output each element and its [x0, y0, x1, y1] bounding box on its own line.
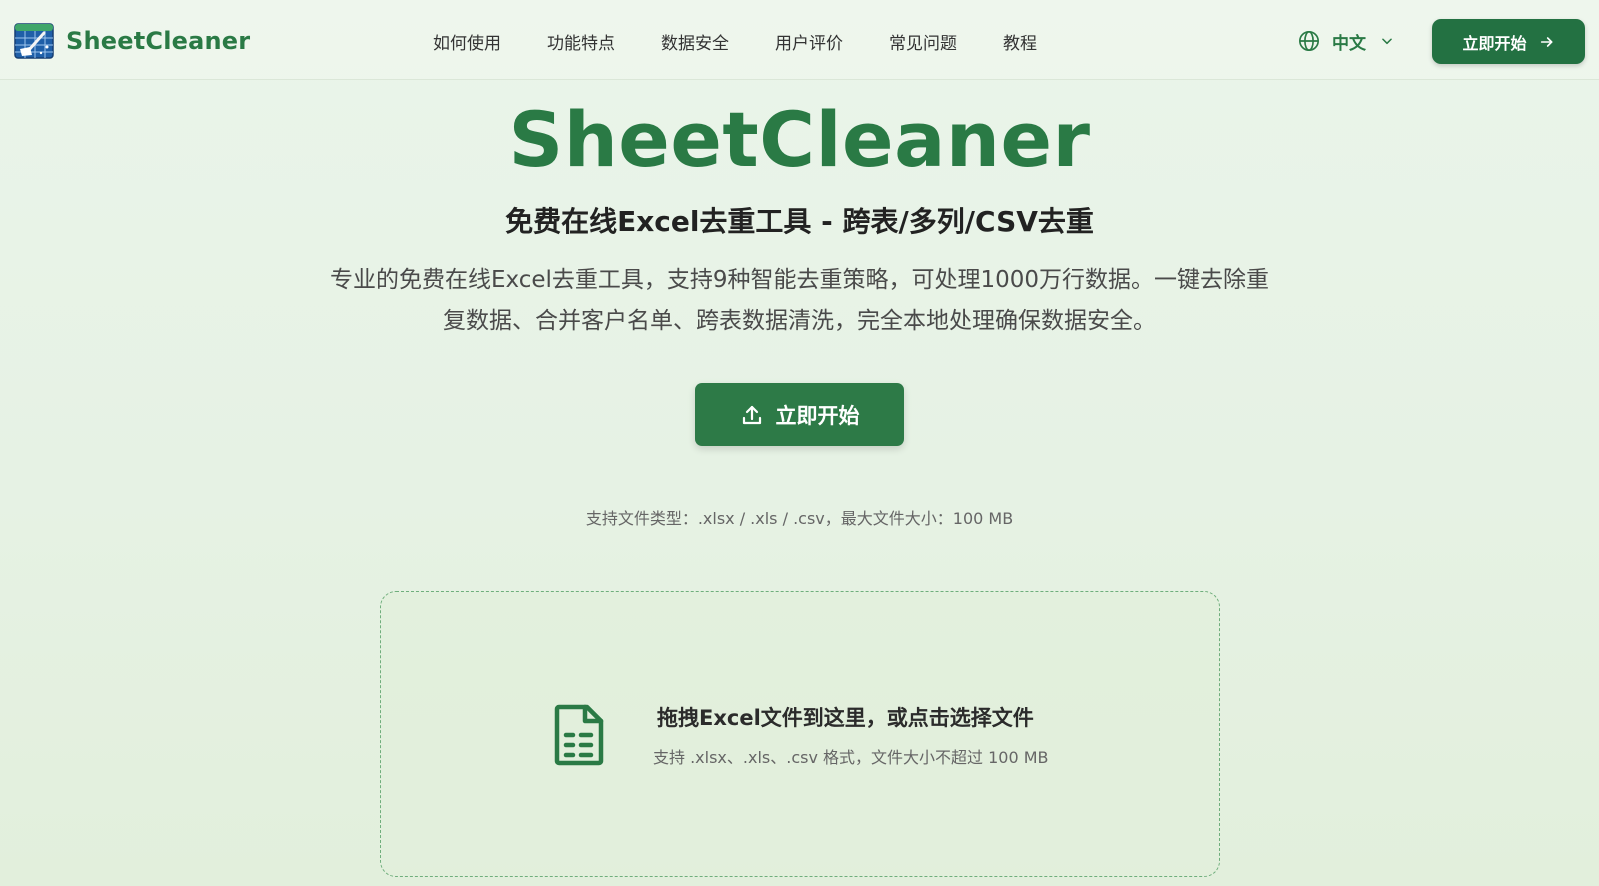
nav-item-faq[interactable]: 常见问题 [889, 29, 957, 54]
hero-title: SheetCleaner [508, 95, 1091, 184]
hero-subtitle: 免费在线Excel去重工具 - 跨表/多列/CSV去重 [505, 205, 1094, 238]
upload-icon [742, 405, 761, 424]
language-selector[interactable]: 中文 [1298, 28, 1394, 54]
nav-item-data-security[interactable]: 数据安全 [661, 29, 729, 54]
spreadsheet-broom-logo-icon [14, 23, 54, 59]
nav-item-reviews[interactable]: 用户评价 [775, 29, 843, 54]
dropzone-subtitle: 支持 .xlsx、.xls、.csv 格式，文件大小不超过 100 MB [653, 748, 1049, 767]
arrow-right-icon [1540, 36, 1552, 47]
chevron-down-icon [1382, 38, 1392, 45]
header-start-button[interactable]: 立即开始 [1432, 19, 1585, 64]
dropzone-title: 拖拽Excel文件到这里，或点击选择文件 [657, 706, 1034, 730]
file-dropzone[interactable]: 拖拽Excel文件到这里，或点击选择文件 支持 .xlsx、.xls、.csv … [380, 591, 1220, 877]
logo-text: SheetCleaner [66, 27, 251, 55]
hero-start-button-label: 立即开始 [775, 403, 860, 428]
nav-item-how-to-use[interactable]: 如何使用 [433, 29, 501, 54]
site-header: SheetCleaner 如何使用 功能特点 数据安全 用户评价 常见问题 教程… [0, 0, 1599, 80]
language-label: 中文 [1332, 33, 1366, 54]
nav-item-features[interactable]: 功能特点 [547, 29, 615, 54]
main-nav: 如何使用 功能特点 数据安全 用户评价 常见问题 教程 [433, 26, 1083, 56]
nav-item-tutorial[interactable]: 教程 [1003, 29, 1037, 54]
header-start-button-label: 立即开始 [1462, 33, 1527, 53]
hero-start-button[interactable]: 立即开始 [695, 383, 904, 446]
globe-icon [1299, 31, 1319, 51]
hero-description: 专业的免费在线Excel去重工具，支持9种智能去重策略，可处理1000万行数据。… [329, 267, 1270, 334]
spreadsheet-file-icon [554, 704, 604, 766]
logo-link[interactable]: SheetCleaner [14, 21, 250, 61]
supported-file-types-note: 支持文件类型：.xlsx / .xls / .csv，最大文件大小：100 MB [585, 509, 1014, 528]
